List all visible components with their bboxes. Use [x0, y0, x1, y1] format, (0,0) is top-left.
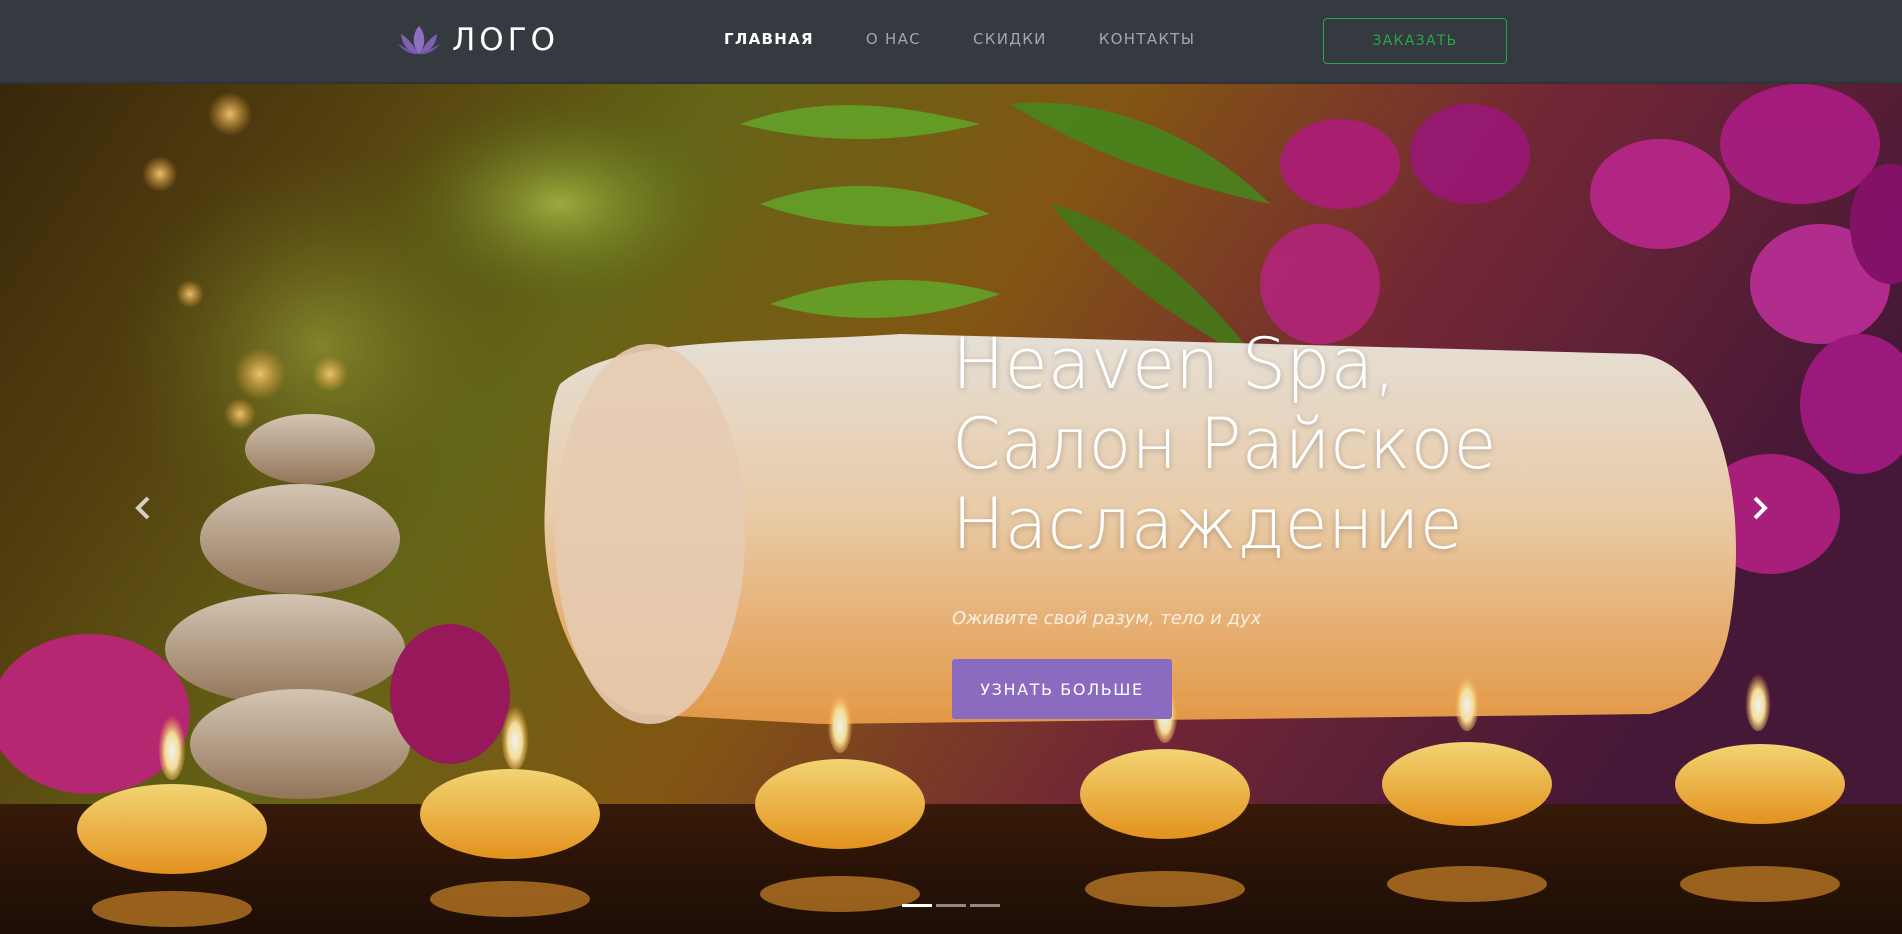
logo-text: ЛОГО [452, 22, 560, 58]
main-nav: ГЛАВНАЯ О НАС СКИДКИ КОНТАКТЫ [724, 30, 1247, 48]
navbar: ЛОГО ГЛАВНАЯ О НАС СКИДКИ КОНТАКТЫ ЗАКАЗ… [0, 0, 1902, 83]
carousel-next-button[interactable] [1745, 488, 1775, 528]
nav-discounts[interactable]: СКИДКИ [973, 30, 1047, 48]
chevron-left-icon [135, 496, 150, 520]
hero-caption: Heaven Spa, Салон Райское Наслаждение Ож… [952, 324, 1572, 719]
carousel-prev-button[interactable] [128, 488, 158, 528]
nav-about[interactable]: О НАС [866, 30, 921, 48]
carousel-indicators [902, 904, 1004, 907]
hero-subtitle: Оживите свой разум, тело и дух [952, 608, 1262, 629]
learn-more-button[interactable]: УЗНАТЬ БОЛЬШЕ [952, 659, 1172, 719]
lotus-icon [398, 26, 440, 55]
spa-background-image [0, 84, 1902, 934]
nav-home[interactable]: ГЛАВНАЯ [724, 30, 814, 48]
carousel-indicator[interactable] [902, 904, 932, 907]
nav-contacts[interactable]: КОНТАКТЫ [1099, 30, 1196, 48]
chevron-right-icon [1753, 496, 1768, 520]
hero-title-line: Наслаждение [952, 483, 1463, 565]
hero-title-line: Heaven Spa, [952, 323, 1396, 405]
carousel-indicator[interactable] [970, 904, 1000, 907]
carousel-indicator[interactable] [936, 904, 966, 907]
logo[interactable]: ЛОГО [398, 22, 559, 58]
hero-title: Heaven Spa, Салон Райское Наслаждение [952, 324, 1572, 564]
hero-carousel: Heaven Spa, Салон Райское Наслаждение Ож… [0, 84, 1902, 934]
hero-title-line: Салон Райское [952, 403, 1497, 485]
order-button[interactable]: ЗАКАЗАТЬ [1323, 18, 1507, 64]
